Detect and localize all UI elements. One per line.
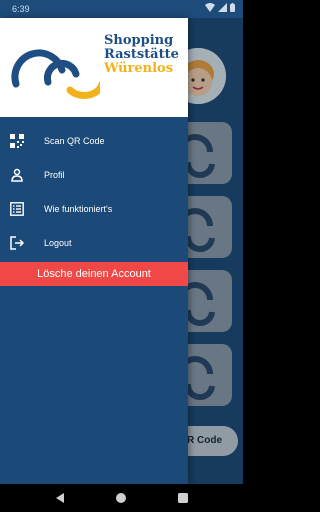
menu-item-scan-qr[interactable]: Scan QR Code: [0, 124, 188, 158]
menu-item-label: Scan QR Code: [44, 136, 105, 146]
status-time: 6:39: [12, 4, 30, 14]
list-icon: [10, 202, 24, 216]
logo-text: Shopping Raststätte Würenlos: [104, 34, 179, 76]
status-bar: 6:39: [0, 0, 243, 18]
logout-icon: [10, 236, 25, 250]
back-icon[interactable]: [54, 491, 66, 509]
status-icons: [205, 3, 235, 14]
delete-account-button[interactable]: Lösche deinen Account: [0, 262, 188, 286]
menu-item-label: Wie funktioniert's: [44, 204, 113, 214]
logo-line-2: Raststätte: [104, 47, 179, 62]
recents-icon[interactable]: [177, 491, 189, 509]
logo-line-3: Würenlos: [104, 61, 174, 76]
system-nav-bar: [0, 484, 243, 512]
menu-item-profile[interactable]: Profil: [0, 158, 188, 192]
navigation-drawer: Shopping Raststätte Würenlos Scan QR Cod…: [0, 18, 188, 484]
battery-icon: [230, 3, 235, 14]
person-icon: [10, 168, 24, 182]
wifi-icon: [205, 3, 215, 14]
menu-item-logout[interactable]: Logout: [0, 226, 188, 260]
menu-item-label: Logout: [44, 238, 72, 248]
menu-item-how-it-works[interactable]: Wie funktioniert's: [0, 192, 188, 226]
menu-item-label: Profil: [44, 170, 65, 180]
logo-line-1: Shopping: [104, 33, 174, 48]
home-icon[interactable]: [115, 491, 127, 509]
signal-icon: [218, 3, 227, 14]
qr-code-icon: [10, 134, 24, 148]
drawer-header: Shopping Raststätte Würenlos: [0, 18, 188, 117]
logo-mark-icon: [11, 49, 100, 99]
